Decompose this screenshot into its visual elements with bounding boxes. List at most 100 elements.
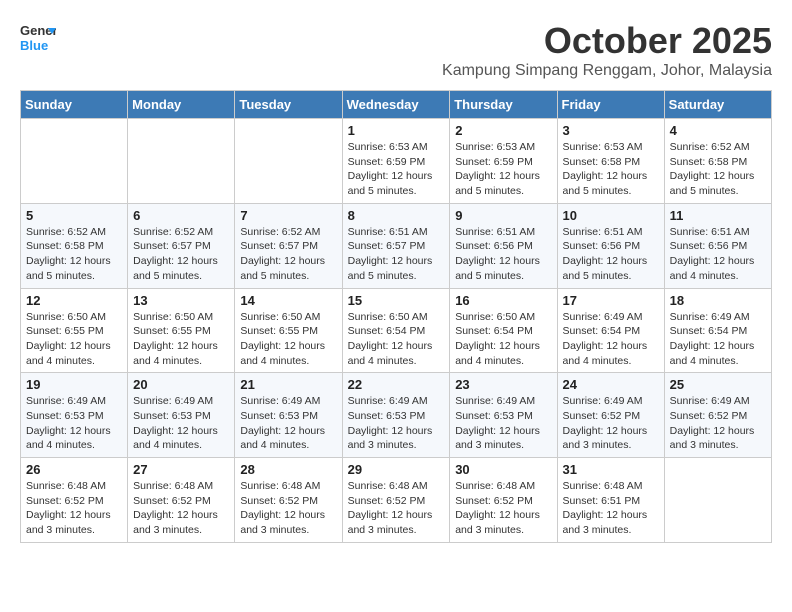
calendar-cell: 23 Sunrise: 6:49 AM Sunset: 6:53 PM Dayli… <box>450 373 557 458</box>
day-info: Sunrise: 6:52 AM Sunset: 6:57 PM Dayligh… <box>133 225 229 284</box>
calendar-cell <box>664 458 771 543</box>
calendar-cell: 30Sunrise: 6:48 AM Sunset: 6:52 PM Dayli… <box>450 458 557 543</box>
calendar-cell: 8 Sunrise: 6:51 AM Sunset: 6:57 PM Daylig… <box>342 203 450 288</box>
calendar-cell: 10Sunrise: 6:51 AM Sunset: 6:56 PM Dayli… <box>557 203 664 288</box>
day-info: Sunrise: 6:53 AM Sunset: 6:58 PM Dayligh… <box>563 140 659 199</box>
calendar-cell: 15 Sunrise: 6:50 AM Sunset: 6:54 PM Dayli… <box>342 288 450 373</box>
calendar-cell: 17 Sunrise: 6:49 AM Sunset: 6:54 PM Dayli… <box>557 288 664 373</box>
header-monday: Monday <box>128 91 235 119</box>
day-info: Sunrise: 6:52 AM Sunset: 6:57 PM Dayligh… <box>240 225 336 284</box>
day-number: 12 <box>26 293 122 308</box>
logo-icon: General Blue <box>20 20 56 56</box>
day-info: Sunrise: 6:49 AM Sunset: 6:52 PM Dayligh… <box>563 394 659 453</box>
day-info: Sunrise: 6:52 AM Sunset: 6:58 PM Dayligh… <box>670 140 766 199</box>
day-info: Sunrise: 6:49 AM Sunset: 6:53 PM Dayligh… <box>26 394 122 453</box>
day-info: Sunrise: 6:49 AM Sunset: 6:54 PM Dayligh… <box>563 310 659 369</box>
location-subtitle: Kampung Simpang Renggam, Johor, Malaysia <box>442 62 772 80</box>
day-number: 3 <box>563 123 659 138</box>
week-row-1: 1Sunrise: 6:53 AM Sunset: 6:59 PM Daylig… <box>21 119 772 204</box>
calendar-cell: 6 Sunrise: 6:52 AM Sunset: 6:57 PM Daylig… <box>128 203 235 288</box>
day-number: 7 <box>240 208 336 223</box>
day-info: Sunrise: 6:49 AM Sunset: 6:53 PM Dayligh… <box>455 394 551 453</box>
day-info: Sunrise: 6:52 AM Sunset: 6:58 PM Dayligh… <box>26 225 122 284</box>
day-number: 8 <box>348 208 445 223</box>
calendar-cell: 14 Sunrise: 6:50 AM Sunset: 6:55 PM Dayli… <box>235 288 342 373</box>
day-number: 23 <box>455 377 551 392</box>
day-number: 13 <box>133 293 229 308</box>
day-number: 5 <box>26 208 122 223</box>
week-row-3: 12 Sunrise: 6:50 AM Sunset: 6:55 PM Dayli… <box>21 288 772 373</box>
calendar-cell: 1Sunrise: 6:53 AM Sunset: 6:59 PM Daylig… <box>342 119 450 204</box>
day-number: 14 <box>240 293 336 308</box>
calendar-cell: 7 Sunrise: 6:52 AM Sunset: 6:57 PM Daylig… <box>235 203 342 288</box>
day-info: Sunrise: 6:49 AM Sunset: 6:53 PM Dayligh… <box>348 394 445 453</box>
header-sunday: Sunday <box>21 91 128 119</box>
day-number: 25 <box>670 377 766 392</box>
day-info: Sunrise: 6:48 AM Sunset: 6:52 PM Dayligh… <box>348 479 445 538</box>
day-info: Sunrise: 6:50 AM Sunset: 6:55 PM Dayligh… <box>26 310 122 369</box>
day-number: 26 <box>26 462 122 477</box>
day-number: 9 <box>455 208 551 223</box>
calendar-body: 1Sunrise: 6:53 AM Sunset: 6:59 PM Daylig… <box>21 119 772 543</box>
calendar-cell: 27Sunrise: 6:48 AM Sunset: 6:52 PM Dayli… <box>128 458 235 543</box>
week-row-2: 5 Sunrise: 6:52 AM Sunset: 6:58 PM Daylig… <box>21 203 772 288</box>
calendar-cell: 5 Sunrise: 6:52 AM Sunset: 6:58 PM Daylig… <box>21 203 128 288</box>
day-info: Sunrise: 6:49 AM Sunset: 6:52 PM Dayligh… <box>670 394 766 453</box>
day-info: Sunrise: 6:51 AM Sunset: 6:56 PM Dayligh… <box>670 225 766 284</box>
day-number: 28 <box>240 462 336 477</box>
svg-text:Blue: Blue <box>20 38 48 53</box>
day-info: Sunrise: 6:50 AM Sunset: 6:55 PM Dayligh… <box>240 310 336 369</box>
header-wednesday: Wednesday <box>342 91 450 119</box>
day-number: 11 <box>670 208 766 223</box>
day-info: Sunrise: 6:53 AM Sunset: 6:59 PM Dayligh… <box>455 140 551 199</box>
day-number: 29 <box>348 462 445 477</box>
day-info: Sunrise: 6:50 AM Sunset: 6:54 PM Dayligh… <box>455 310 551 369</box>
calendar-cell: 19 Sunrise: 6:49 AM Sunset: 6:53 PM Dayli… <box>21 373 128 458</box>
header-thursday: Thursday <box>450 91 557 119</box>
day-number: 17 <box>563 293 659 308</box>
day-info: Sunrise: 6:51 AM Sunset: 6:57 PM Dayligh… <box>348 225 445 284</box>
calendar-cell: 28Sunrise: 6:48 AM Sunset: 6:52 PM Dayli… <box>235 458 342 543</box>
day-number: 2 <box>455 123 551 138</box>
day-number: 22 <box>348 377 445 392</box>
calendar-cell <box>21 119 128 204</box>
calendar-cell: 20Sunrise: 6:49 AM Sunset: 6:53 PM Dayli… <box>128 373 235 458</box>
day-info: Sunrise: 6:48 AM Sunset: 6:51 PM Dayligh… <box>563 479 659 538</box>
calendar-cell: 12 Sunrise: 6:50 AM Sunset: 6:55 PM Dayli… <box>21 288 128 373</box>
week-row-5: 26 Sunrise: 6:48 AM Sunset: 6:52 PM Dayli… <box>21 458 772 543</box>
day-number: 20 <box>133 377 229 392</box>
day-number: 16 <box>455 293 551 308</box>
calendar-cell: 31Sunrise: 6:48 AM Sunset: 6:51 PM Dayli… <box>557 458 664 543</box>
day-number: 6 <box>133 208 229 223</box>
header-saturday: Saturday <box>664 91 771 119</box>
calendar-cell: 2 Sunrise: 6:53 AM Sunset: 6:59 PM Daylig… <box>450 119 557 204</box>
header-tuesday: Tuesday <box>235 91 342 119</box>
calendar-header-row: SundayMondayTuesdayWednesdayThursdayFrid… <box>21 91 772 119</box>
month-title: October 2025 <box>442 20 772 62</box>
calendar-cell: 4 Sunrise: 6:52 AM Sunset: 6:58 PM Daylig… <box>664 119 771 204</box>
header-friday: Friday <box>557 91 664 119</box>
day-info: Sunrise: 6:48 AM Sunset: 6:52 PM Dayligh… <box>455 479 551 538</box>
calendar-cell: 16 Sunrise: 6:50 AM Sunset: 6:54 PM Dayli… <box>450 288 557 373</box>
day-info: Sunrise: 6:50 AM Sunset: 6:54 PM Dayligh… <box>348 310 445 369</box>
day-info: Sunrise: 6:53 AM Sunset: 6:59 PM Dayligh… <box>348 140 445 199</box>
day-info: Sunrise: 6:51 AM Sunset: 6:56 PM Dayligh… <box>455 225 551 284</box>
calendar-cell: 13 Sunrise: 6:50 AM Sunset: 6:55 PM Dayli… <box>128 288 235 373</box>
day-number: 21 <box>240 377 336 392</box>
calendar-cell: 22 Sunrise: 6:49 AM Sunset: 6:53 PM Dayli… <box>342 373 450 458</box>
day-number: 15 <box>348 293 445 308</box>
page-header: General Blue October 2025 Kampung Simpan… <box>20 20 772 80</box>
calendar-cell: 11 Sunrise: 6:51 AM Sunset: 6:56 PM Dayli… <box>664 203 771 288</box>
calendar-cell: 25 Sunrise: 6:49 AM Sunset: 6:52 PM Dayli… <box>664 373 771 458</box>
logo: General Blue <box>20 20 56 56</box>
calendar-cell: 26Sunrise: 6:48 AM Sunset: 6:52 PM Dayli… <box>21 458 128 543</box>
calendar-table: SundayMondayTuesdayWednesdayThursdayFrid… <box>20 90 772 543</box>
day-number: 19 <box>26 377 122 392</box>
day-info: Sunrise: 6:50 AM Sunset: 6:55 PM Dayligh… <box>133 310 229 369</box>
day-info: Sunrise: 6:48 AM Sunset: 6:52 PM Dayligh… <box>133 479 229 538</box>
calendar-cell: 21Sunrise: 6:49 AM Sunset: 6:53 PM Dayli… <box>235 373 342 458</box>
day-number: 4 <box>670 123 766 138</box>
calendar-cell: 3 Sunrise: 6:53 AM Sunset: 6:58 PM Daylig… <box>557 119 664 204</box>
week-row-4: 19 Sunrise: 6:49 AM Sunset: 6:53 PM Dayli… <box>21 373 772 458</box>
day-info: Sunrise: 6:49 AM Sunset: 6:54 PM Dayligh… <box>670 310 766 369</box>
